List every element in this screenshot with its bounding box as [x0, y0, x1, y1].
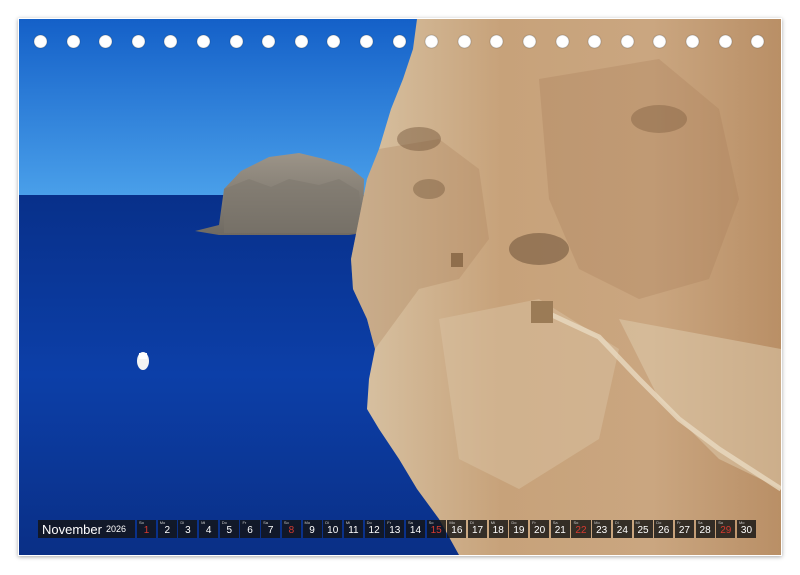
day-number: 6: [247, 525, 253, 536]
day-number: 29: [720, 525, 732, 536]
day-number: 14: [409, 525, 422, 536]
binding-hole: [164, 35, 178, 48]
day-number: 5: [226, 525, 233, 536]
boat: [137, 352, 149, 370]
month-name: November: [42, 521, 102, 537]
binding-hole: [294, 35, 308, 48]
day-number: 25: [637, 525, 649, 536]
binding-hole: [131, 35, 145, 48]
day-number: 24: [616, 525, 628, 536]
day-cell: Mi 25: [633, 520, 653, 538]
day-number: 10: [327, 525, 339, 536]
day-cell: Di 10: [323, 520, 343, 538]
day-number: 23: [596, 525, 608, 536]
binding-hole: [360, 35, 373, 48]
day-cell: Di 17: [468, 520, 488, 538]
day-cell: Fr 20: [530, 520, 550, 538]
day-number: 12: [368, 525, 380, 536]
day-cell: Do 12: [364, 520, 384, 538]
day-cell: Mo 2: [157, 520, 177, 538]
day-number: 18: [492, 525, 504, 536]
day-number: 2: [164, 525, 171, 536]
day-number: 20: [534, 525, 546, 536]
day-number: 19: [513, 525, 525, 536]
day-cell: Di 3: [178, 520, 198, 538]
day-cell: Sa 14: [405, 520, 426, 538]
binding-hole: [490, 35, 504, 48]
day-cell: Fr 27: [674, 520, 694, 538]
day-number: 15: [430, 525, 442, 536]
day-number: 21: [554, 525, 566, 536]
binding-hole: [34, 35, 47, 48]
binding-hole: [229, 35, 243, 48]
day-cell: Mo 9: [302, 520, 322, 538]
binding-hole: [392, 35, 406, 48]
day-number: 26: [658, 525, 670, 536]
binding-hole: [653, 35, 667, 48]
binding-holes: [0, 34, 800, 50]
binding-hole: [327, 35, 341, 48]
day-cell: Sa 28: [695, 520, 715, 538]
day-cell: Fr 13: [385, 520, 405, 538]
binding-hole: [686, 35, 699, 48]
day-number: 7: [267, 525, 274, 536]
binding-hole: [620, 35, 634, 48]
day-cell: Sa 7: [261, 520, 281, 538]
day-cell: Di 24: [612, 520, 632, 538]
binding-hole: [751, 35, 765, 48]
binding-hole: [262, 35, 276, 48]
day-number: 22: [575, 525, 587, 536]
month-label: November 2026: [38, 520, 135, 538]
day-number: 16: [451, 525, 463, 536]
binding-hole: [523, 35, 536, 48]
day-number: 17: [471, 525, 484, 536]
day-cell: Sa 21: [550, 520, 570, 538]
day-number: 9: [309, 525, 315, 536]
day-cell: Fr 6: [240, 520, 260, 538]
binding-hole: [588, 35, 602, 48]
binding-hole: [425, 35, 439, 48]
day-number: 8: [288, 525, 295, 536]
binding-hole: [66, 35, 80, 48]
day-number: 13: [389, 525, 401, 536]
day-cell: Do 19: [509, 520, 529, 538]
binding-hole: [555, 35, 569, 48]
day-cell: Mo 23: [592, 520, 612, 538]
day-number: 11: [348, 525, 359, 536]
day-cell: Do 26: [654, 520, 674, 538]
binding-hole: [457, 35, 471, 48]
day-number: 1: [143, 525, 150, 536]
day-cells: So 1 Mo 2 Di 3 Mi 4 Do 5 Fr 6 Sa 7 So 8 Mo 9 Di 10 Mi 11 Do 12 F…: [137, 520, 758, 538]
day-cell: Mo 30: [736, 520, 757, 538]
day-number: 4: [205, 525, 212, 536]
day-number: 27: [678, 525, 690, 536]
calendar-strip: November 2026 So 1 Mo 2 Di 3 Mi 4 Do 5 Fr 6 Sa 7 So 8 Mo…: [38, 520, 758, 538]
day-cell: Mi 11: [343, 520, 363, 538]
day-cell: Mi 18: [488, 520, 508, 538]
month-year: 2026: [105, 524, 126, 534]
day-cell: So 29: [716, 520, 736, 538]
day-cell: Mi 4: [199, 520, 219, 538]
binding-hole: [718, 35, 732, 48]
calendar-photo: [19, 19, 781, 555]
day-number: 30: [740, 525, 753, 536]
day-number: 28: [699, 525, 711, 536]
binding-hole: [99, 35, 113, 48]
day-number: 3: [185, 525, 191, 536]
day-cell: So 1: [137, 520, 157, 538]
day-cell: So 15: [426, 520, 446, 538]
day-cell: So 8: [281, 520, 301, 538]
day-cell: So 22: [571, 520, 591, 538]
binding-hole: [197, 35, 210, 48]
day-cell: Mo 16: [447, 520, 467, 538]
day-cell: Do 5: [219, 520, 239, 538]
